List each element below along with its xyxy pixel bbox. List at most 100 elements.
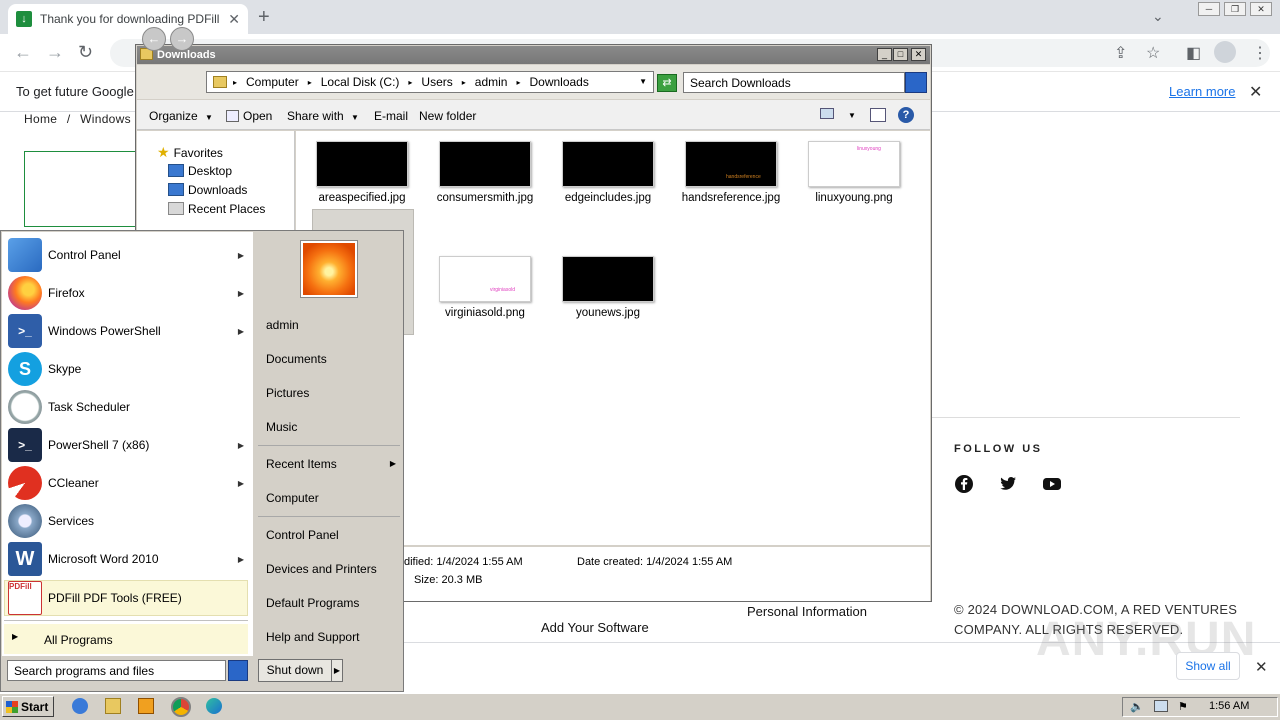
places-default-programs[interactable]: Default Programs: [266, 596, 359, 610]
help-icon[interactable]: ?: [898, 107, 914, 123]
file-item[interactable]: consumersmith.jpg: [430, 141, 540, 204]
chrome-icon[interactable]: [171, 697, 191, 717]
close-window-button[interactable]: ✕: [1250, 2, 1272, 16]
explorer-back-icon[interactable]: ←: [142, 27, 166, 51]
places-admin[interactable]: admin: [266, 318, 299, 332]
shut-down-options-arrow-icon[interactable]: ▶: [331, 659, 343, 682]
personal-information-link[interactable]: Personal Information: [747, 604, 867, 619]
reload-icon[interactable]: ↻: [78, 42, 93, 63]
nav-favorites[interactable]: ★ Favorites: [157, 144, 223, 161]
new-tab-button[interactable]: +: [258, 6, 270, 29]
explorer-minimize-button[interactable]: _: [877, 48, 892, 61]
side-panel-icon[interactable]: ◧: [1186, 43, 1201, 63]
nav-desktop[interactable]: Desktop: [168, 164, 232, 178]
start-button[interactable]: Start: [2, 696, 54, 717]
network-icon[interactable]: [1154, 700, 1168, 712]
refresh-icon[interactable]: ⇄: [657, 74, 677, 92]
download-shelf-close-icon[interactable]: ✕: [1255, 658, 1268, 676]
tab-search-chevron-icon[interactable]: ⌄: [1152, 8, 1164, 25]
address-segment-disk[interactable]: Local Disk (C:): [321, 75, 400, 89]
program-firefox[interactable]: Firefox ▶: [8, 275, 248, 311]
address-segment-admin[interactable]: admin: [475, 75, 508, 89]
places-pictures[interactable]: Pictures: [266, 386, 309, 400]
nav-recent-places[interactable]: Recent Places: [168, 202, 265, 216]
address-segment-users[interactable]: Users: [421, 75, 452, 89]
email-button[interactable]: E-mail: [374, 109, 408, 123]
program-task-scheduler[interactable]: Task Scheduler: [8, 389, 248, 425]
back-arrow-icon[interactable]: ←: [14, 42, 32, 63]
infobar-close-icon[interactable]: ✕: [1249, 82, 1262, 102]
all-programs-button[interactable]: ▶ All Programs: [4, 624, 248, 654]
media-player-icon[interactable]: [138, 698, 154, 714]
places-recent-items[interactable]: Recent Items ▶: [266, 457, 396, 471]
file-item[interactable]: edgeincludes.jpg: [553, 141, 663, 204]
facebook-icon[interactable]: [954, 474, 974, 494]
explorer-address-bar[interactable]: ▸ Computer ▸ Local Disk (C:) ▸ Users ▸ a…: [206, 71, 654, 93]
tab-close-icon[interactable]: ✕: [228, 11, 240, 28]
internet-explorer-icon[interactable]: [72, 698, 88, 714]
file-item[interactable]: younews.jpg: [553, 256, 663, 319]
places-devices-printers[interactable]: Devices and Printers: [266, 562, 377, 576]
show-all-downloads-button[interactable]: Show all: [1176, 652, 1240, 680]
new-folder-button[interactable]: New folder: [419, 109, 476, 123]
places-documents[interactable]: Documents: [266, 352, 327, 366]
action-center-flag-icon[interactable]: ⚑: [1178, 700, 1188, 713]
program-ccleaner[interactable]: CCleaner ▶: [8, 465, 248, 501]
add-your-software-link[interactable]: Add Your Software: [541, 620, 649, 635]
profile-avatar-icon[interactable]: [1214, 41, 1236, 63]
view-dropdown-icon[interactable]: ▼: [848, 111, 856, 120]
user-picture-flower-icon[interactable]: [301, 241, 357, 297]
file-item[interactable]: virginiasold virginiasold.png: [430, 256, 540, 319]
program-pdffill[interactable]: PDFill PDFill PDF Tools (FREE): [8, 580, 248, 616]
learn-more-link[interactable]: Learn more: [1169, 84, 1235, 99]
file-item[interactable]: handsreference handsreference.jpg: [676, 141, 786, 204]
file-item[interactable]: areaspecified.jpg: [307, 141, 417, 204]
restore-button[interactable]: ❐: [1224, 2, 1246, 16]
places-music[interactable]: Music: [266, 420, 297, 434]
clock[interactable]: 1:56 AM: [1209, 700, 1249, 712]
view-options-icon[interactable]: [820, 108, 834, 119]
address-sep-icon: ▸: [461, 77, 466, 87]
start-search-input[interactable]: Search programs and files: [7, 660, 226, 681]
program-control-panel[interactable]: Control Panel ▶: [8, 237, 248, 273]
places-computer[interactable]: Computer: [266, 491, 319, 505]
breadcrumb-home[interactable]: Home: [24, 112, 57, 126]
open-button[interactable]: Open: [226, 109, 272, 123]
explorer-search-input[interactable]: Search Downloads: [683, 72, 905, 93]
address-segment-computer[interactable]: Computer: [246, 75, 299, 89]
file-item[interactable]: linuxyoung linuxyoung.png: [799, 141, 909, 204]
services-gear-icon: [8, 504, 42, 538]
program-microsoft-word[interactable]: W Microsoft Word 2010 ▶: [8, 541, 248, 577]
minimize-button[interactable]: ─: [1198, 2, 1220, 16]
address-dropdown-icon[interactable]: ▼: [639, 77, 647, 86]
nav-downloads[interactable]: Downloads: [168, 183, 247, 197]
shut-down-button[interactable]: Shut down: [258, 659, 332, 682]
organize-menu[interactable]: Organize ▼: [149, 109, 213, 123]
explorer-maximize-button[interactable]: □: [893, 48, 908, 61]
twitter-icon[interactable]: [998, 474, 1018, 494]
program-skype[interactable]: S Skype: [8, 351, 248, 387]
program-powershell-7[interactable]: >_ PowerShell 7 (x86) ▶: [8, 427, 248, 463]
preview-pane-icon[interactable]: [870, 108, 886, 122]
explorer-forward-icon[interactable]: →: [170, 27, 194, 51]
explorer-title-bar[interactable]: Downloads: [137, 46, 930, 64]
address-segment-downloads[interactable]: Downloads: [529, 75, 588, 89]
explorer-close-button[interactable]: ✕: [911, 48, 926, 61]
bookmark-star-icon[interactable]: ☆: [1146, 43, 1160, 63]
edge-icon[interactable]: [206, 698, 222, 714]
share-icon[interactable]: ⇪: [1114, 43, 1127, 63]
explorer-search-icon[interactable]: [905, 72, 927, 93]
places-control-panel[interactable]: Control Panel: [266, 528, 339, 542]
breadcrumb-windows[interactable]: Windows: [80, 112, 131, 126]
start-search-icon[interactable]: [228, 660, 248, 681]
more-menu-icon[interactable]: ⋮: [1252, 43, 1268, 63]
program-services[interactable]: Services: [8, 503, 248, 539]
volume-icon[interactable]: 🔈: [1130, 700, 1144, 713]
forward-arrow-icon[interactable]: →: [46, 42, 64, 63]
share-with-menu[interactable]: Share with ▼: [287, 109, 359, 123]
youtube-icon[interactable]: [1042, 474, 1062, 494]
places-help-support[interactable]: Help and Support: [266, 630, 359, 644]
browser-tab[interactable]: ↓ Thank you for downloading PDFill Free …: [8, 4, 248, 34]
program-windows-powershell[interactable]: >_ Windows PowerShell ▶: [8, 313, 248, 349]
file-explorer-icon[interactable]: [105, 698, 121, 714]
